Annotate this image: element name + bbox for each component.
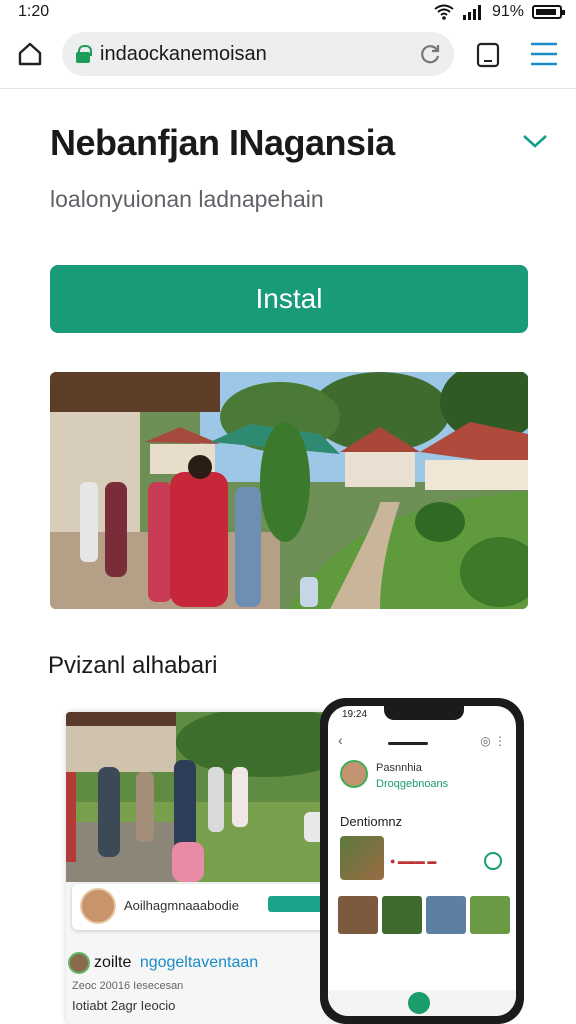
profile-name: Pasnnhia (376, 762, 422, 774)
check-icon (484, 852, 502, 870)
screenshot-preview-1[interactable]: Aoilhagmnaaabodie zoilte ngogeltaventaan… (66, 712, 356, 1024)
creator-card[interactable]: Aoilhagmnaaabodie (72, 884, 330, 930)
install-button[interactable]: Instal (50, 265, 528, 333)
app-title: Nebanfjan INagansia (50, 122, 395, 163)
drag-handle (388, 742, 428, 745)
thumbnail-grid (336, 896, 512, 939)
url-text: indaockanemoisan (100, 42, 267, 65)
phone-section-title: Dentiomnz (340, 814, 403, 829)
avatar (68, 952, 90, 974)
app-subtitle: loalonyuionan ladnapehain (50, 186, 324, 212)
signal-icon (462, 5, 481, 20)
hero-image (50, 372, 528, 609)
browser-toolbar: indaockanemoisan (0, 26, 576, 82)
post-actions: Iotiabt 2agr Ieocio (72, 998, 176, 1013)
status-time: 1:20 (18, 3, 50, 20)
avatar (80, 888, 116, 924)
menu-icon[interactable] (528, 40, 560, 68)
status-icons: 91% (434, 3, 565, 21)
thumbnail-caption: ● ▬▬▬ ▬ (390, 856, 437, 866)
post-link[interactable]: ngogeltaventaan (140, 954, 258, 971)
post-meta: Zeoc 20016 Iesecesan (72, 980, 184, 992)
thumbnail (470, 896, 510, 934)
thumbnail (340, 836, 384, 880)
phone-bottom-nav (328, 990, 516, 1016)
phone-time: 19:24 (342, 709, 368, 720)
phone-screen: 19:24 ‹ ◎ ⋮ Pasnnhia Droqgebnoans Dentio… (328, 706, 516, 1016)
wifi-icon (434, 4, 454, 20)
thumbnail (426, 896, 466, 934)
creator-name: Aoilhagmnaaabodie (124, 898, 239, 913)
compose-icon (408, 992, 430, 1014)
avatar (340, 760, 368, 788)
battery-icon (532, 5, 565, 19)
profile-subtitle: Droqgebnoans (376, 778, 449, 790)
lock-icon (76, 45, 92, 63)
status-bar: 1:20 91% (0, 0, 576, 24)
tabs-icon[interactable] (476, 42, 500, 68)
address-bar[interactable]: indaockanemoisan (62, 32, 454, 76)
chevron-down-icon[interactable] (520, 130, 550, 152)
battery-percent: 91% (491, 3, 524, 20)
more-icon: ◎ ⋮ (480, 734, 506, 748)
phone-mockup[interactable]: 19:24 ‹ ◎ ⋮ Pasnnhia Droqgebnoans Dentio… (320, 698, 524, 1024)
post-author: zoilte (94, 954, 132, 971)
toolbar-divider (0, 88, 576, 89)
reload-icon[interactable] (418, 42, 442, 66)
home-icon[interactable] (16, 40, 44, 68)
thumbnail (338, 896, 378, 934)
section-title: Pvizanl alhabari (48, 652, 218, 679)
post-title: zoilte ngogeltaventaan (94, 954, 258, 972)
phone-notch (384, 706, 464, 720)
thumbnail (382, 896, 422, 934)
back-icon: ‹ (338, 732, 343, 748)
